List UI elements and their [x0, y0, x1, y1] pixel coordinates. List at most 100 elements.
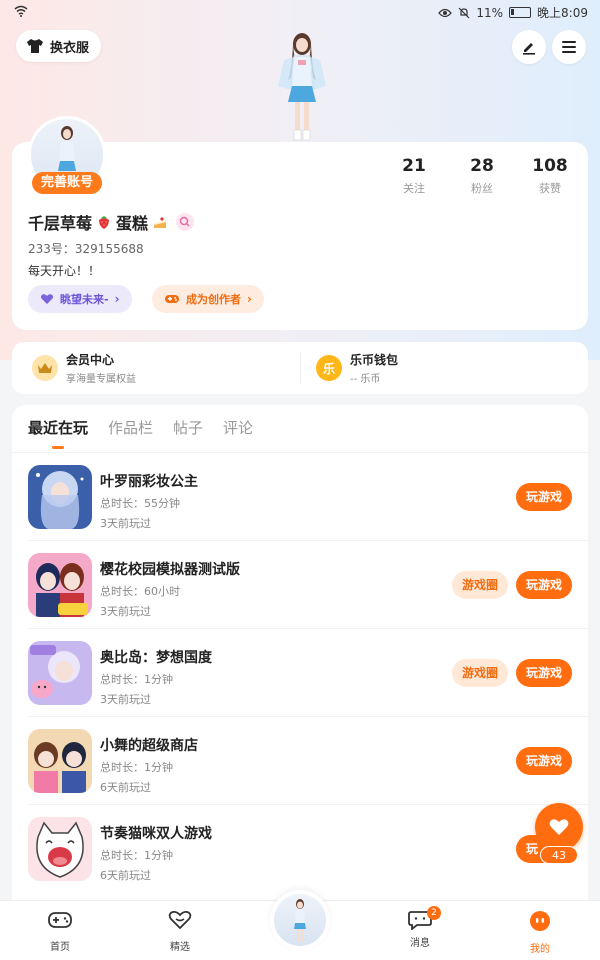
game-last-played: 6天前玩过 [100, 781, 151, 794]
username-part2: 蛋糕 [116, 214, 149, 233]
fans-count: 28 [470, 156, 494, 176]
game-icon-sakura [28, 553, 92, 617]
game-name: 小舞的超级商店 [100, 738, 198, 754]
nav-avatar-image [274, 894, 326, 946]
coin-icon: 乐 [316, 355, 342, 381]
strawberry-icon [99, 216, 110, 229]
pen-icon [523, 43, 535, 55]
game-circle-button[interactable]: 游戏圈 [452, 659, 508, 687]
avatar-figure[interactable] [262, 30, 342, 145]
game-name: 叶罗丽彩妆公主 [100, 474, 198, 490]
nav-messages[interactable]: 2 消息 [390, 906, 450, 949]
play-game-button[interactable]: 玩游戏 [516, 747, 572, 775]
game-name: 奥比岛：梦想国度 [100, 650, 212, 666]
vip-center[interactable]: 会员中心 享海量专属权益 [32, 351, 136, 385]
complete-account-badge[interactable]: 完善账号 [32, 172, 102, 194]
menu-button[interactable] [552, 30, 586, 64]
gamepad-icon [48, 912, 72, 928]
look-future-label: 眺望未来- [60, 293, 109, 306]
game-icon-xiaowu [28, 729, 92, 793]
tab-works[interactable]: 作品栏 [108, 417, 153, 438]
fans-label: 粉丝 [471, 182, 493, 195]
game-duration: 总时长：60小时 [100, 585, 180, 598]
nav-featured-label: 精选 [170, 942, 190, 953]
play-game-button[interactable]: 玩游戏 [516, 659, 572, 687]
game-icon-rhythm-cat [28, 817, 92, 881]
coin-balance: -- 乐币 [350, 374, 381, 385]
heart-outline-icon [168, 911, 192, 930]
game-duration: 总时长：55分钟 [100, 497, 180, 510]
mute-bell-icon [458, 7, 470, 18]
coin-title: 乐币钱包 [350, 353, 399, 367]
status-time: 晚上8:09 [537, 6, 588, 20]
game-row[interactable]: 奥比岛：梦想国度 总时长：1分钟 3天前玩过 游戏圈 玩游戏 [12, 629, 588, 717]
stat-fans[interactable]: 28 粉丝 [452, 156, 512, 196]
username-part1: 千层草莓 [28, 214, 93, 233]
game-last-played: 3天前玩过 [100, 517, 151, 530]
game-duration: 总时长：1分钟 [100, 849, 173, 862]
crown-icon [32, 355, 58, 381]
profile-face-icon [530, 911, 550, 931]
become-creator-chip[interactable]: 成为创作者 › [152, 285, 264, 313]
game-row[interactable]: 叶罗丽彩妆公主 总时长：55分钟 3天前玩过 玩游戏 [12, 453, 588, 541]
like-count-badge: 43 [540, 846, 578, 864]
chevron-right-icon: › [247, 292, 252, 306]
edit-button[interactable] [512, 30, 546, 64]
game-last-played: 3天前玩过 [100, 605, 151, 618]
likes-count: 108 [532, 156, 568, 176]
nav-featured[interactable]: 精选 [150, 910, 210, 953]
profile-tabs: 最近在玩 作品栏 帖子 评论 [28, 417, 253, 438]
look-future-chip[interactable]: 眺望未来- › [28, 285, 132, 313]
nav-mine-label: 我的 [530, 944, 550, 955]
nav-home-label: 首页 [50, 942, 70, 953]
nav-messages-label: 消息 [410, 938, 430, 949]
badge-search-icon[interactable] [176, 213, 195, 231]
coin-wallet[interactable]: 乐 乐币钱包 -- 乐币 [316, 351, 398, 385]
game-duration: 总时长：1分钟 [100, 761, 173, 774]
play-game-button[interactable]: 玩游戏 [516, 571, 572, 599]
floating-like-button[interactable] [535, 803, 583, 851]
game-last-played: 3天前玩过 [100, 693, 151, 706]
shirt-icon [27, 39, 43, 53]
vip-subtitle: 享海量专属权益 [66, 374, 136, 385]
nav-home[interactable]: 首页 [30, 910, 90, 953]
game-icon-yeluoli [28, 465, 92, 529]
tab-posts[interactable]: 帖子 [173, 417, 203, 438]
nav-avatar-button[interactable] [270, 890, 330, 950]
become-creator-label: 成为创作者 [186, 293, 241, 306]
user-bio: 每天开心！！ [28, 264, 101, 278]
stat-following[interactable]: 21 关注 [384, 156, 444, 196]
game-circle-button[interactable]: 游戏圈 [452, 571, 508, 599]
tab-indicator [52, 446, 64, 449]
game-name: 樱花校园模拟器测试版 [100, 562, 240, 578]
gamepad-icon [165, 295, 179, 303]
eye-icon [438, 8, 453, 17]
game-row[interactable]: 樱花校园模拟器测试版 总时长：60小时 3天前玩过 游戏圈 玩游戏 [12, 541, 588, 629]
play-game-button[interactable]: 玩游戏 [516, 483, 572, 511]
following-count: 21 [402, 156, 426, 176]
battery-icon [509, 7, 532, 18]
cake-icon [154, 217, 167, 228]
chevron-right-icon: › [114, 292, 120, 306]
wallet-divider [300, 352, 301, 384]
dress-up-button[interactable]: 换衣服 [16, 30, 102, 62]
game-row[interactable]: 节奏猫咪双人游戏 总时长：1分钟 6天前玩过 玩 [12, 805, 588, 893]
heart-icon [40, 294, 54, 304]
message-count-badge: 2 [427, 906, 441, 920]
tab-comments[interactable]: 评论 [223, 417, 253, 438]
game-icon-aobi [28, 641, 92, 705]
tab-recent[interactable]: 最近在玩 [28, 417, 88, 438]
menu-icon [562, 41, 576, 53]
status-bar: 11% 晚上8:09 [0, 0, 600, 24]
game-duration: 总时长：1分钟 [100, 673, 173, 686]
battery-percent: 11% [476, 5, 504, 20]
username: 千层草莓 蛋糕 [28, 210, 195, 234]
nav-mine[interactable]: 我的 [510, 910, 570, 955]
dress-up-label: 换衣服 [50, 40, 90, 56]
user-id: 233号：329155688 [28, 242, 144, 256]
game-row[interactable]: 小舞的超级商店 总时长：1分钟 6天前玩过 玩游戏 [12, 717, 588, 805]
game-name: 节奏猫咪双人游戏 [100, 826, 212, 842]
stat-likes[interactable]: 108 获赞 [520, 156, 580, 196]
likes-label: 获赞 [539, 182, 561, 195]
vip-title: 会员中心 [66, 353, 115, 367]
